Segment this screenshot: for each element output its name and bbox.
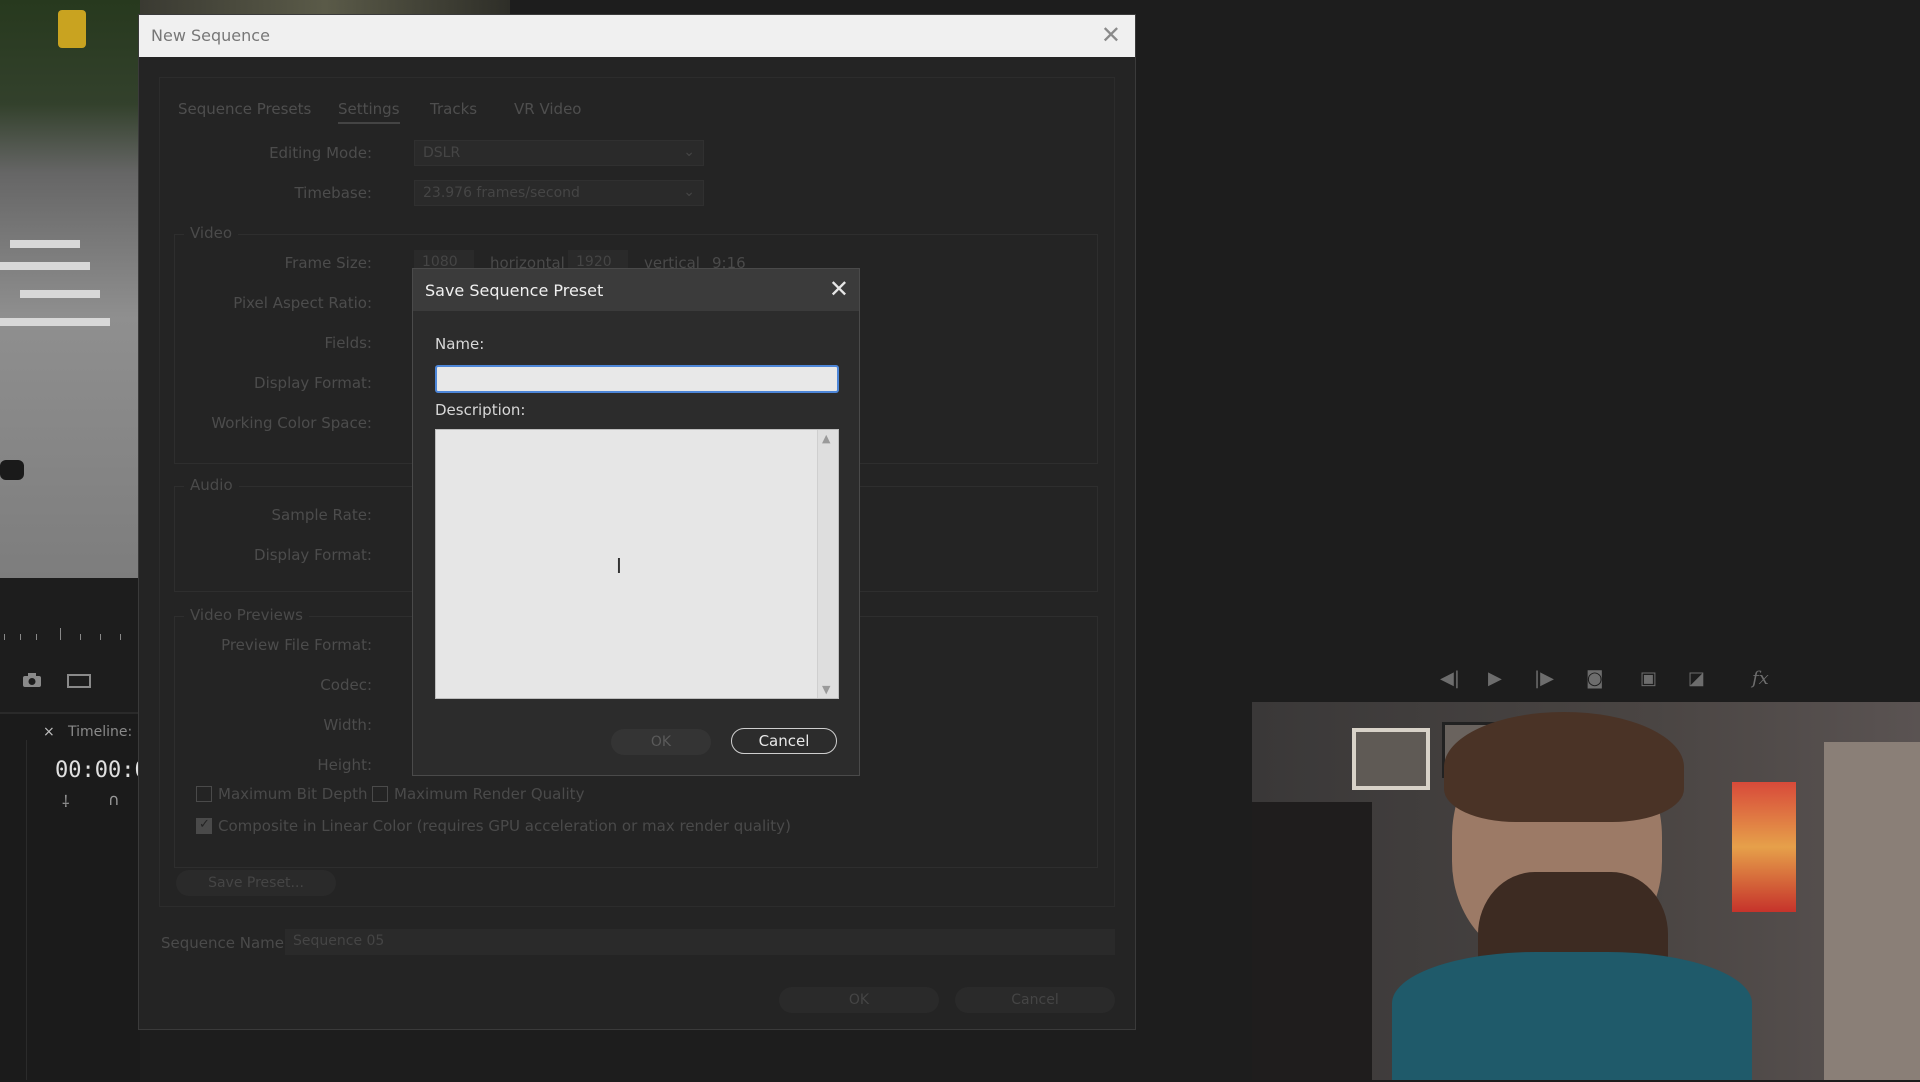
snap-icon[interactable]: ⸸ xyxy=(62,790,70,812)
crosswalk-stripe xyxy=(20,290,100,298)
text-cursor-icon: I xyxy=(616,554,622,578)
link-icon[interactable]: ∩ xyxy=(108,790,120,809)
max-bit-depth-checkbox[interactable] xyxy=(196,786,212,802)
step-forward-icon[interactable]: |▶ xyxy=(1534,668,1554,689)
dialog-title: Save Sequence Preset xyxy=(425,281,604,300)
codec-label: Codec: xyxy=(320,676,372,694)
insert-icon[interactable]: ▣ xyxy=(1640,668,1657,689)
camera-icon[interactable]: ◙ xyxy=(1586,668,1603,689)
time-ruler[interactable] xyxy=(0,628,140,640)
tab-tracks[interactable]: Tracks xyxy=(430,100,477,118)
close-icon[interactable]: ✕ xyxy=(1101,21,1121,49)
save-preset-button[interactable]: Save Preset... xyxy=(176,870,336,896)
close-icon[interactable]: ✕ xyxy=(829,275,849,303)
ok-button[interactable]: OK xyxy=(779,987,939,1013)
audio-display-format-label: Display Format: xyxy=(254,546,372,564)
name-label: Name: xyxy=(435,335,485,353)
crosswalk-stripe xyxy=(0,262,90,270)
save-sequence-preset-dialog: Save Sequence Preset ✕ Name: Description… xyxy=(412,268,860,776)
chevron-down-icon: ⌄ xyxy=(683,144,695,160)
traffic-light xyxy=(58,10,86,48)
max-bit-depth-label: Maximum Bit Depth xyxy=(218,785,368,803)
editing-mode-value: DSLR xyxy=(423,145,461,161)
editing-mode-label: Editing Mode: xyxy=(269,144,372,162)
video-group-title: Video xyxy=(184,224,239,242)
play-icon[interactable]: ▶ xyxy=(1488,668,1502,689)
timebase-label: Timebase: xyxy=(294,184,372,202)
display-format-label: Display Format: xyxy=(254,374,372,392)
sample-rate-label: Sample Rate: xyxy=(271,506,372,524)
fields-label: Fields: xyxy=(324,334,373,352)
width-label: Width: xyxy=(323,716,372,734)
sequence-name-label: Sequence Name: xyxy=(161,934,290,952)
description-label: Description: xyxy=(435,401,526,419)
crosswalk-stripe xyxy=(10,240,80,248)
cancel-button[interactable]: Cancel xyxy=(731,728,837,754)
editing-mode-select[interactable]: DSLR ⌄ xyxy=(414,140,704,166)
video-previews-group-title: Video Previews xyxy=(184,606,309,624)
chevron-up-icon[interactable]: ▲ xyxy=(822,432,830,445)
working-color-space-label: Working Color Space: xyxy=(211,414,372,432)
chevron-down-icon: ⌄ xyxy=(683,184,695,200)
overwrite-icon[interactable]: ◪ xyxy=(1688,668,1705,689)
dialog-titlebar: New Sequence ✕ xyxy=(139,15,1135,57)
pixel-aspect-label: Pixel Aspect Ratio: xyxy=(233,294,372,312)
webcam-overlay xyxy=(1252,702,1920,1080)
tab-vr-video[interactable]: VR Video xyxy=(514,100,581,118)
dialog-title: New Sequence xyxy=(151,26,270,45)
transport-controls: ◀| ▶ |▶ ◙ ▣ ◪ fx xyxy=(1440,668,1780,698)
frame-size-label: Frame Size: xyxy=(284,254,372,272)
tab-sequence-presets[interactable]: Sequence Presets xyxy=(178,100,311,118)
timebase-value: 23.976 frames/second xyxy=(423,185,580,201)
max-render-quality-label: Maximum Render Quality xyxy=(394,785,585,803)
tab-settings[interactable]: Settings xyxy=(338,100,400,124)
sequence-name-input[interactable]: Sequence 05 xyxy=(285,929,1115,955)
preset-name-input[interactable] xyxy=(435,365,839,393)
close-icon[interactable]: × xyxy=(43,724,55,740)
description-scrollbar[interactable]: ▲ ▼ xyxy=(817,430,838,698)
chevron-down-icon[interactable]: ▼ xyxy=(822,683,830,696)
height-label: Height: xyxy=(317,756,372,774)
step-back-icon[interactable]: ◀| xyxy=(1440,668,1460,689)
description-textarea[interactable] xyxy=(436,430,820,698)
timebase-select[interactable]: 23.976 frames/second ⌄ xyxy=(414,180,704,206)
pedestrian xyxy=(0,460,24,480)
tools-panel xyxy=(0,740,27,1080)
preview-file-format-label: Preview File Format: xyxy=(221,636,372,654)
dialog-header: Save Sequence Preset ✕ xyxy=(413,269,859,311)
linear-color-label: Composite in Linear Color (requires GPU … xyxy=(218,817,791,835)
video-strip xyxy=(140,0,510,14)
timeline-tab-title[interactable]: Timeline: ( xyxy=(68,724,142,740)
fx-icon[interactable]: fx xyxy=(1752,668,1769,689)
comparison-view-icon[interactable] xyxy=(67,674,91,688)
cancel-button[interactable]: Cancel xyxy=(955,987,1115,1013)
max-render-quality-checkbox[interactable] xyxy=(372,786,388,802)
crosswalk-stripe xyxy=(0,318,110,326)
program-monitor-thumbnail xyxy=(0,0,140,578)
description-field: ▲ ▼ I xyxy=(435,429,839,699)
ok-button[interactable]: OK xyxy=(611,729,711,755)
linear-color-checkbox[interactable] xyxy=(196,817,212,834)
audio-group-title: Audio xyxy=(184,476,239,494)
camera-icon[interactable] xyxy=(22,672,42,688)
